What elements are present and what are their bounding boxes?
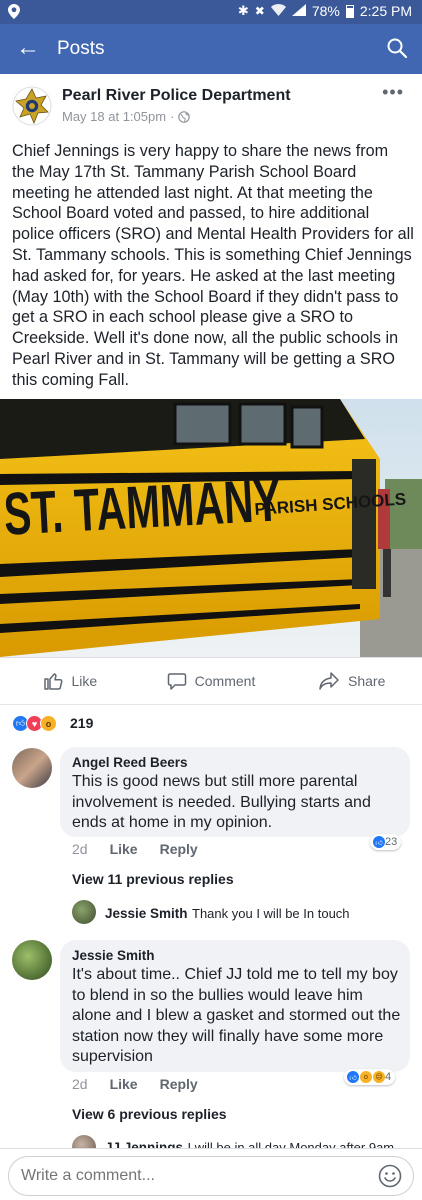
like-reaction-icon: 👍︎ [346,1070,360,1084]
comment-time: 2d [72,1076,88,1092]
comment-meta: 2d Like Reply [72,841,198,857]
comment-button[interactable]: Comment [141,658,282,704]
post-meta: May 18 at 1:05pm · [62,109,191,124]
comment-like-button[interactable]: Like [110,1076,138,1092]
school-bus-image: ST. TAMMANY PARISH SCHOOLS [0,399,422,657]
police-badge-icon[interactable] [12,86,52,126]
back-arrow-icon[interactable]: ← [16,36,40,60]
mute-icon: ✖ [254,4,265,18]
reaction-icons: 👍︎ ♥ o [12,715,57,732]
wow-reaction-icon: o [40,715,57,732]
reaction-count: 219 [70,715,94,731]
battery-icon [345,4,354,18]
reply-preview[interactable]: Jessie Smith Thank you I will be In touc… [105,905,350,923]
comment-bubble-icon [167,673,186,690]
comment-reaction-badge[interactable]: 👍︎ o ☹ 4 [344,1069,396,1085]
comment-reply-button[interactable]: Reply [160,1076,198,1092]
comment-reaction-count: 23 [385,836,398,848]
comment-text: It's about time.. Chief JJ told me to te… [72,966,401,1066]
share-arrow-icon [319,672,339,690]
app-bar-title: Posts [57,38,105,59]
page-name[interactable]: Pearl River Police Department [62,87,291,105]
location-icon [8,4,20,22]
sad-reaction-icon: ☹ [372,1070,386,1084]
comment-reaction-count: 4 [385,1071,392,1083]
comment-compose-bar [0,1148,422,1200]
emoji-icon[interactable] [378,1164,402,1188]
wow-reaction-icon: o [359,1070,373,1084]
avatar[interactable] [72,1135,96,1148]
comment-label: Comment [194,673,256,689]
comment-reaction-badge[interactable]: 👍︎ 23 [370,834,402,850]
comment-author[interactable]: Jessie Smith [72,948,155,963]
comment-text: This is good news but still more parenta… [72,773,371,832]
app-bar: ← Posts [0,24,422,74]
battery-percent: 78% [311,3,340,19]
more-options-icon[interactable]: ••• [382,82,404,103]
reply-text: I will be in all day Monday after 9am [187,1140,395,1148]
bus-lettering: ST. TAMMANY [2,466,282,548]
wifi-icon [270,3,286,19]
like-reaction-icon: 👍︎ [372,835,386,849]
post-date[interactable]: May 18 at 1:05pm [62,109,166,124]
share-label: Share [348,673,386,689]
reply-author: Jessie Smith [105,906,188,921]
post-photo[interactable]: ST. TAMMANY PARISH SCHOOLS [0,399,422,657]
post-card: Pearl River Police Department May 18 at … [0,74,422,704]
view-previous-replies-link[interactable]: View 11 previous replies [72,871,234,887]
comment-reply-button[interactable]: Reply [160,841,198,857]
comment-meta: 2d Like Reply [72,1076,198,1092]
status-bar: ✱ ✖ 78% 2:25 PM [0,0,422,24]
reactions-summary[interactable]: 👍︎ ♥ o 219 [0,704,422,740]
like-button[interactable]: Like [0,658,141,704]
avatar[interactable] [72,900,96,924]
reply-text: Thank you I will be In touch [192,906,350,921]
reply-author: JJ Jennings [105,1140,184,1148]
avatar[interactable] [12,940,52,980]
signal-icon [291,3,306,19]
comment-input[interactable] [8,1156,414,1196]
post-actions: Like Comment Share [0,657,422,704]
avatar[interactable] [12,748,52,788]
post-text: Chief Jennings is very happy to share th… [12,142,414,389]
thumbs-up-icon [44,673,63,690]
bluetooth-icon: ✱ [237,3,249,18]
comment-like-button[interactable]: Like [110,841,138,857]
comment-author[interactable]: Angel Reed Beers [72,755,188,770]
clock: 2:25 PM [359,3,412,19]
search-icon[interactable] [386,37,408,59]
view-previous-replies-link[interactable]: View 6 previous replies [72,1106,227,1122]
globe-icon [178,110,191,123]
comment-time: 2d [72,841,88,857]
comments-section: Angel Reed Beers This is good news but s… [0,740,422,1148]
like-label: Like [71,673,98,689]
reply-preview[interactable]: JJ Jennings I will be in all day Monday … [105,1139,394,1148]
share-button[interactable]: Share [281,658,422,704]
